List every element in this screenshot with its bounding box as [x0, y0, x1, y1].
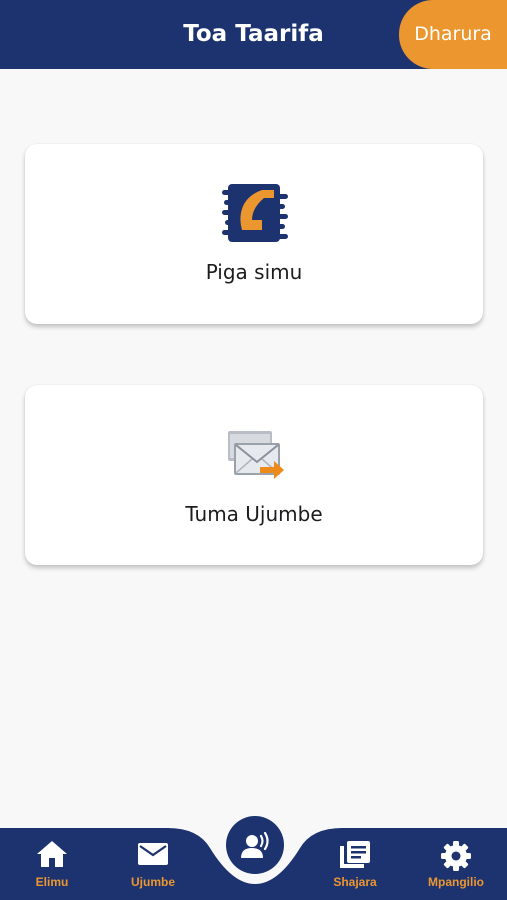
- nav-label-shajara: Shajara: [333, 875, 377, 889]
- message-card[interactable]: Tuma Ujumbe: [25, 385, 483, 565]
- nav-item-mpangilio[interactable]: Mpangilio: [411, 828, 501, 900]
- voice-report-icon: [239, 829, 271, 866]
- nav-label-ujumbe: Ujumbe: [130, 875, 175, 889]
- nav-label-mpangilio: Mpangilio: [428, 875, 484, 889]
- phone-call-icon: [222, 182, 288, 251]
- send-email-icon: [226, 429, 286, 490]
- gear-icon: [440, 840, 472, 877]
- call-card[interactable]: Piga simu: [25, 144, 483, 324]
- nav-item-ujumbe[interactable]: Ujumbe: [108, 828, 198, 900]
- nav-item-elimu[interactable]: Elimu: [7, 828, 97, 900]
- home-icon: [36, 840, 68, 873]
- voice-report-button[interactable]: [226, 816, 284, 874]
- journal-icon: [339, 840, 371, 875]
- message-label: Tuma Ujumbe: [185, 502, 323, 526]
- call-label: Piga simu: [205, 260, 303, 284]
- mail-icon: [137, 840, 169, 873]
- nav-label-elimu: Elimu: [35, 875, 69, 889]
- app-header: Toa Taarifa Dharura: [0, 0, 507, 69]
- nav-item-shajara[interactable]: Shajara: [310, 828, 400, 900]
- emergency-button[interactable]: Dharura: [399, 0, 507, 69]
